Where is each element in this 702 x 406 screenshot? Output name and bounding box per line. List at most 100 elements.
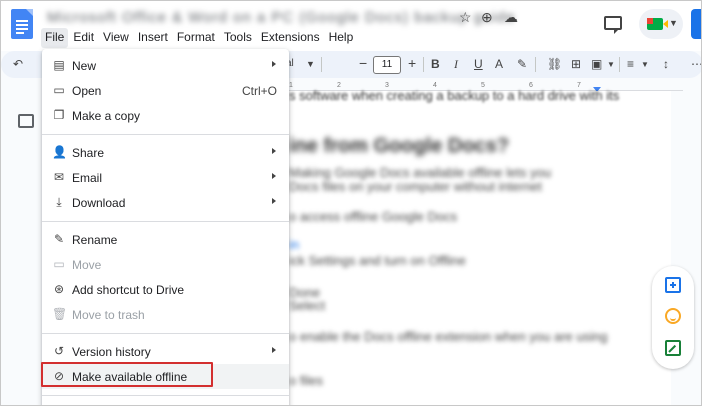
doc-paragraph: ick Settings and turn on Offline (289, 253, 466, 268)
menu-extensions[interactable]: Extensions (257, 28, 324, 48)
menu-item-label: New (72, 59, 97, 73)
emoji-reaction-icon[interactable] (665, 308, 681, 324)
doc-link[interactable]: in (289, 237, 299, 252)
menu-item-label: Add shortcut to Drive (72, 283, 185, 297)
document-outline-icon[interactable] (18, 114, 34, 128)
menu-file[interactable]: File (41, 28, 69, 48)
align-icon[interactable]: ≡ (627, 57, 634, 71)
bold-icon[interactable]: B (431, 57, 440, 71)
menu-divider (42, 333, 289, 334)
chevron-down-icon[interactable]: ▼ (306, 59, 315, 69)
docs-logo-icon[interactable] (11, 9, 33, 39)
chevron-down-icon[interactable]: ▼ (607, 60, 615, 69)
menu-item-label: Email (72, 171, 103, 185)
insert-image-icon[interactable]: ▣ (591, 57, 602, 71)
move-icon[interactable]: ⊕ (481, 9, 493, 26)
menu-format[interactable]: Format (173, 28, 219, 48)
menu-help[interactable]: Help (325, 28, 358, 48)
menu-item-label: Share (72, 146, 105, 160)
menu-item-label: Rename (72, 233, 118, 247)
underline-icon[interactable]: U (474, 57, 483, 71)
menu-item-email[interactable]: ✉ Email (42, 165, 289, 190)
star-icon[interactable]: ☆ (459, 9, 472, 26)
doc-heading: ine from Google Docs? (289, 135, 510, 157)
menu-view[interactable]: View (99, 28, 133, 48)
menu-item-label: Version history (72, 345, 151, 359)
line-spacing-icon[interactable]: ↕ (663, 57, 669, 71)
chevron-down-icon[interactable]: ▼ (641, 60, 649, 69)
highlight-icon[interactable]: ✎ (517, 57, 527, 71)
document-title[interactable]: Microsoft Office & Word on a PC (Google … (47, 9, 515, 26)
link-icon[interactable]: ⛓ (547, 57, 562, 71)
menu-item-share[interactable]: 👤 Share (42, 140, 289, 165)
menu-bar: File Edit View Insert Format Tools Exten… (41, 28, 358, 48)
menu-item-new[interactable]: ▤ New (42, 53, 289, 78)
suggest-edits-icon[interactable] (665, 340, 681, 356)
menu-divider (42, 395, 289, 396)
menu-item-label: Move (72, 258, 102, 272)
menu-divider (42, 221, 289, 222)
undo-icon[interactable]: ↶ (13, 57, 23, 71)
document-page[interactable]: s software when creating a backup to a h… (251, 88, 671, 405)
submenu-arrow-icon (272, 347, 276, 353)
new-icon: ▤ (53, 58, 65, 72)
menu-item-download[interactable]: ⤓ Download (42, 190, 289, 215)
annotation-highlight-box (41, 362, 213, 387)
doc-paragraph: o files (289, 373, 323, 388)
menu-item-shortcut: Ctrl+O (241, 84, 277, 98)
menu-item-version-history[interactable]: ↺ Version history (42, 339, 289, 364)
cloud-status-icon[interactable]: ☁ (504, 9, 518, 26)
trash-icon: 🗑 (52, 307, 68, 321)
rename-icon: ✎ (53, 232, 65, 246)
menu-edit[interactable]: Edit (69, 28, 98, 48)
more-icon[interactable]: ⋯ (691, 57, 701, 71)
menu-item-label: Open (72, 84, 102, 98)
add-shortcut-icon: ⊛ (53, 282, 65, 296)
menu-item-move-to-trash: 🗑 Move to trash (42, 302, 289, 327)
menu-item-open[interactable]: ▭ Open Ctrl+O (42, 78, 289, 103)
doc-paragraph: s software when creating a backup to a h… (289, 88, 620, 103)
submenu-arrow-icon (272, 61, 276, 67)
file-menu-dropdown: ▤ New ▭ Open Ctrl+O ❐ Make a copy 👤 Shar… (42, 49, 289, 405)
meet-button[interactable]: ▼ (639, 9, 683, 39)
doc-paragraph: o enable the Docs offline extension when… (289, 329, 608, 344)
share-person-icon: 👤 (52, 145, 67, 159)
comment-icon[interactable] (604, 16, 622, 34)
menu-tools[interactable]: Tools (220, 28, 256, 48)
text-color-icon[interactable]: A (495, 57, 503, 71)
doc-paragraph: Making Google Docs available offline let… (289, 165, 552, 180)
history-icon: ↺ (53, 344, 65, 358)
open-folder-icon: ▭ (53, 83, 65, 97)
menu-item-label: Make a copy (72, 109, 141, 123)
chevron-down-icon: ▼ (669, 18, 678, 28)
submenu-arrow-icon (272, 173, 276, 179)
submenu-arrow-icon (272, 198, 276, 204)
doc-paragraph: Docs files on your computer without inte… (289, 179, 542, 194)
email-icon: ✉ (53, 170, 65, 184)
side-actions-panel (652, 266, 694, 369)
title-bar: Microsoft Office & Word on a PC (Google … (1, 1, 701, 51)
app-window: Microsoft Office & Word on a PC (Google … (0, 0, 702, 406)
download-icon: ⤓ (56, 195, 62, 209)
increase-font-size-icon[interactable]: + (408, 55, 416, 71)
menu-insert[interactable]: Insert (134, 28, 172, 48)
share-button[interactable] (691, 9, 701, 39)
insert-comment-icon[interactable]: ⊞ (571, 57, 581, 71)
doc-paragraph: Select (289, 298, 326, 313)
menu-item-label: Download (72, 196, 126, 210)
menu-item-add-shortcut[interactable]: ⊛ Add shortcut to Drive (42, 277, 289, 302)
menu-item-move: ▭ Move (42, 252, 289, 277)
doc-paragraph: o access offline Google Docs (289, 209, 458, 224)
menu-item-make-a-copy[interactable]: ❐ Make a copy (42, 103, 289, 128)
copy-icon: ❐ (53, 108, 65, 122)
font-size-input[interactable]: 11 (373, 56, 401, 74)
menu-item-rename[interactable]: ✎ Rename (42, 227, 289, 252)
submenu-arrow-icon (272, 148, 276, 154)
decrease-font-size-icon[interactable]: − (359, 55, 367, 71)
menu-divider (42, 134, 289, 135)
meet-icon (647, 18, 668, 30)
add-comment-icon[interactable] (665, 277, 681, 293)
menu-item-label: Move to trash (72, 308, 145, 322)
move-folder-icon: ▭ (53, 257, 65, 271)
italic-icon[interactable]: I (454, 57, 458, 72)
